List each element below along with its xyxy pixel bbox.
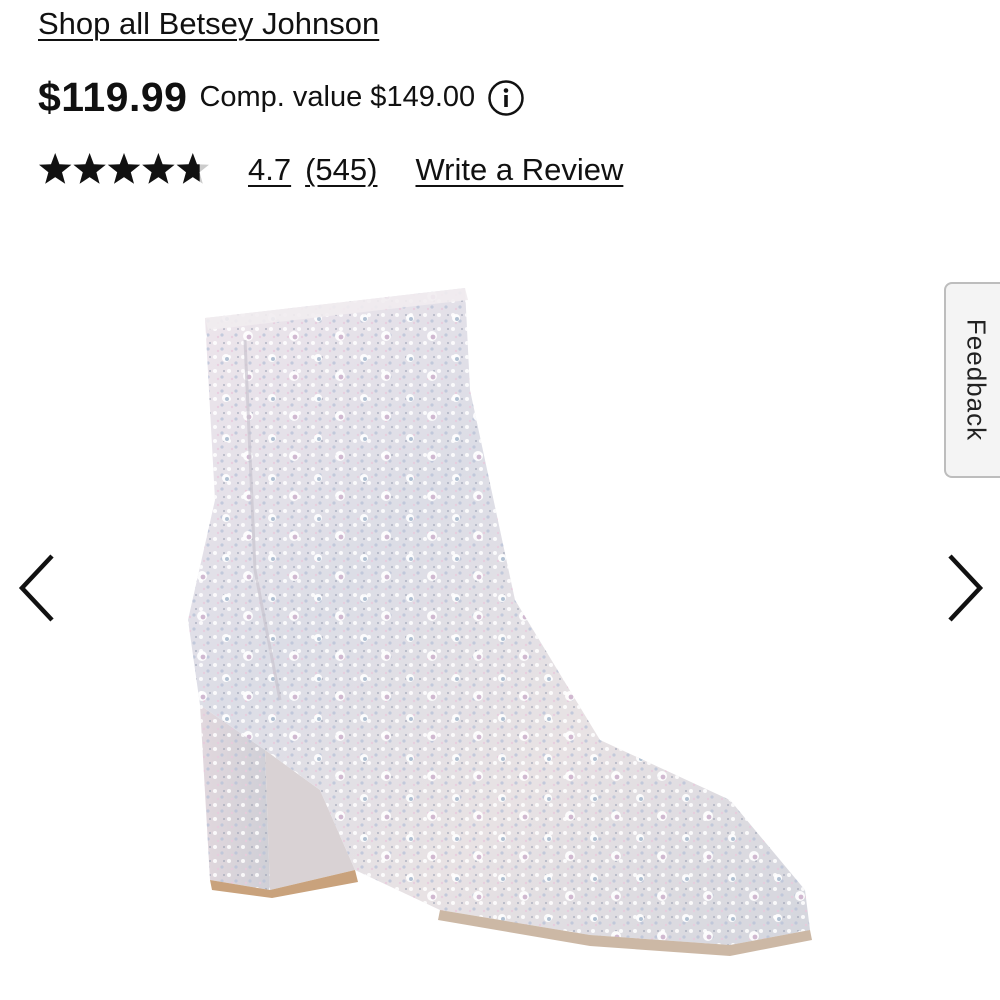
price-row: $119.99 Comp. value $149.00 bbox=[38, 74, 525, 121]
star-rating[interactable] bbox=[38, 152, 210, 188]
chevron-left-icon[interactable] bbox=[14, 550, 62, 626]
star-filled-4 bbox=[142, 153, 175, 184]
rating-value-link[interactable]: 4.7 bbox=[248, 152, 291, 188]
shop-all-brand-link[interactable]: Shop all Betsey Johnson bbox=[38, 6, 379, 42]
feedback-label: Feedback bbox=[961, 318, 992, 442]
comp-value: Comp. value $149.00 bbox=[199, 81, 476, 113]
review-count-link[interactable]: (545) bbox=[305, 152, 377, 188]
chevron-right-icon[interactable] bbox=[940, 550, 988, 626]
product-detail-page: Shop all Betsey Johnson $119.99 Comp. va… bbox=[0, 0, 1000, 1000]
write-review-link[interactable]: Write a Review bbox=[415, 152, 623, 188]
star-filled-1 bbox=[39, 153, 72, 184]
star-filled-3 bbox=[107, 153, 141, 184]
sale-price: $119.99 bbox=[38, 74, 188, 120]
info-circle-icon[interactable] bbox=[487, 79, 525, 117]
rhinestone-ankle-boot-image[interactable] bbox=[170, 270, 850, 970]
star-filled-2 bbox=[73, 153, 106, 184]
feedback-tab[interactable]: Feedback bbox=[944, 282, 1000, 478]
rating-row: 4.7 (545) Write a Review bbox=[38, 152, 623, 188]
